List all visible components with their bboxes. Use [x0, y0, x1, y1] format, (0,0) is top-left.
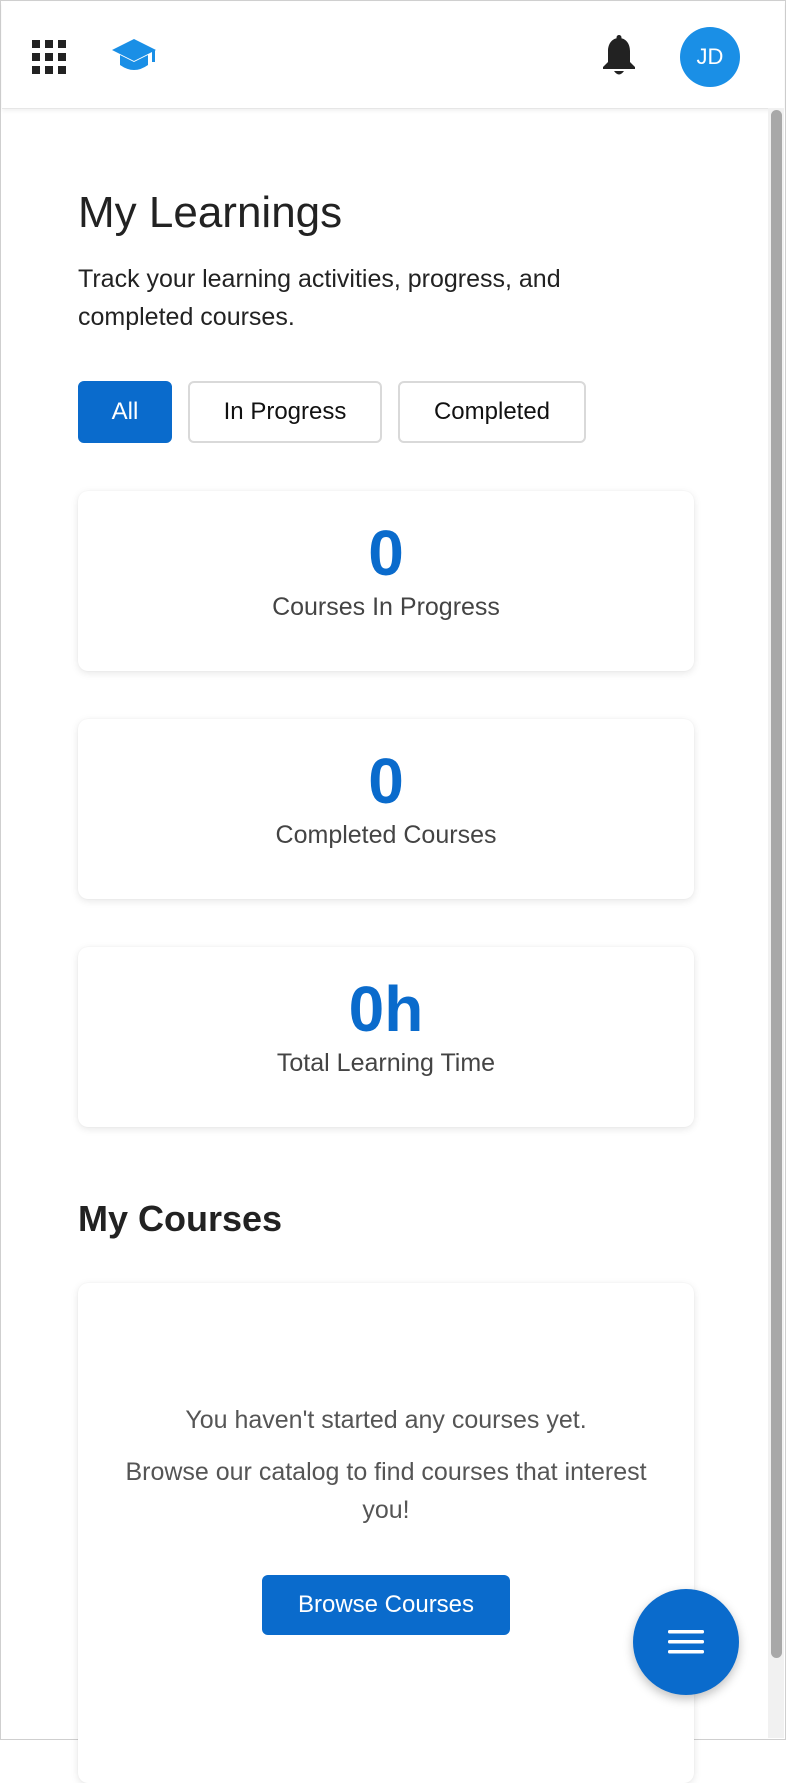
page-title: My Learnings: [78, 188, 343, 237]
stat-card-learning-time: 0h Total Learning Time: [78, 947, 694, 1127]
stat-card-in-progress: 0 Courses In Progress: [78, 491, 694, 671]
stat-value: 0: [368, 517, 404, 589]
stat-label: Courses In Progress: [272, 593, 500, 621]
filter-completed-button[interactable]: Completed: [398, 381, 586, 443]
stat-value: 0h: [348, 973, 424, 1045]
top-app-bar: JD: [2, 2, 784, 109]
page-subtitle: Track your learning activities, progress…: [78, 265, 561, 331]
apps-grid-icon[interactable]: [32, 40, 66, 74]
filter-tabs: All In Progress Completed: [78, 381, 586, 443]
my-courses-heading: My Courses: [78, 1198, 283, 1239]
menu-fab-button[interactable]: [633, 1589, 739, 1695]
scrollbar-thumb[interactable]: [771, 110, 782, 1658]
stat-value: 0: [368, 745, 404, 817]
stat-label: Total Learning Time: [276, 1049, 496, 1077]
filter-in-progress-button[interactable]: In Progress: [188, 381, 382, 443]
stat-card-completed: 0 Completed Courses: [78, 719, 694, 899]
courses-empty-card: You haven't started any courses yet. Bro…: [78, 1283, 694, 1783]
browse-courses-button[interactable]: Browse Courses: [262, 1575, 510, 1635]
user-avatar[interactable]: JD: [680, 27, 740, 87]
graduation-cap-icon[interactable]: [112, 37, 156, 75]
stat-label: Completed Courses: [275, 821, 497, 849]
empty-state-message: Browse our catalog to find courses that …: [125, 1458, 647, 1524]
menu-icon: [668, 1630, 704, 1654]
empty-state-title: You haven't started any courses yet.: [185, 1406, 587, 1434]
bell-icon[interactable]: [600, 35, 638, 77]
filter-all-button[interactable]: All: [78, 381, 172, 443]
